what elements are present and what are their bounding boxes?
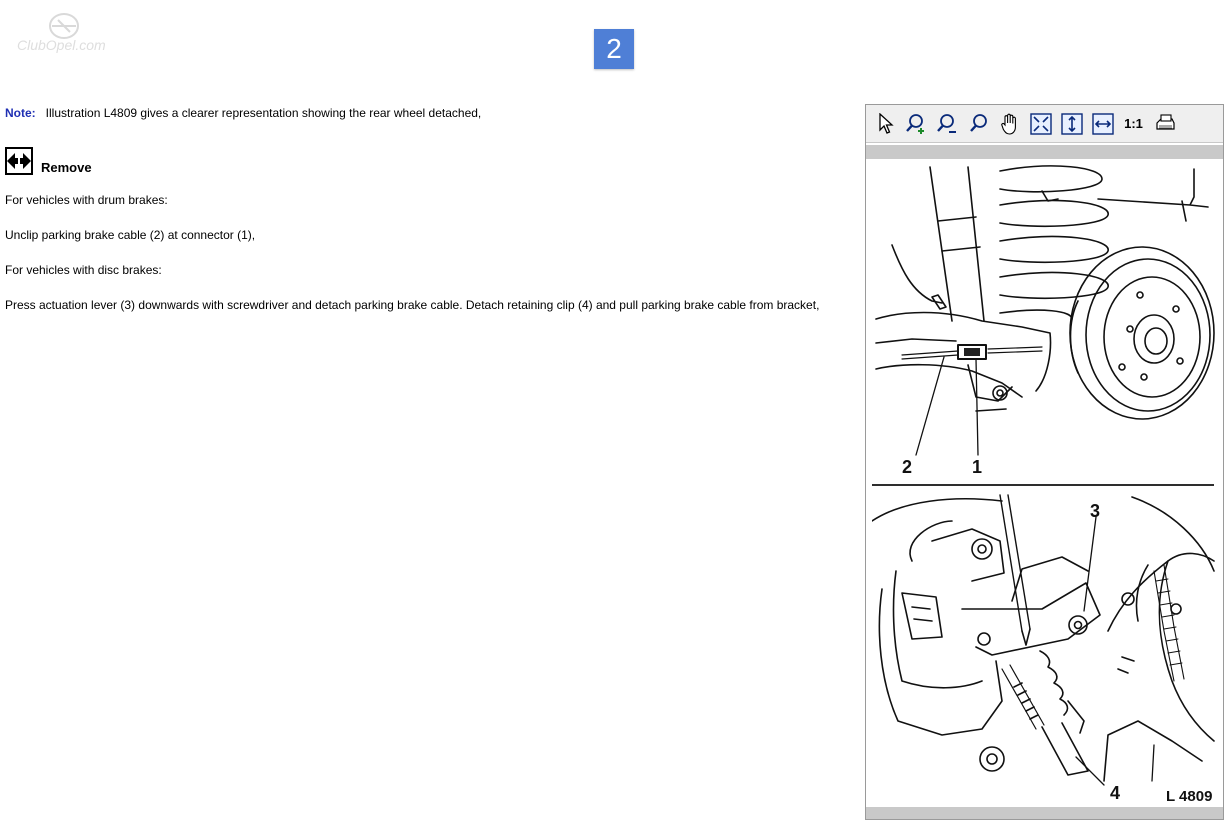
image-viewer: 1:1 2 1 3 4 L 4809 [865,104,1224,820]
zoom-out-icon[interactable] [932,110,963,138]
actual-size-button[interactable]: 1:1 [1118,110,1149,138]
note-text: Illustration L4809 gives a clearer repre… [45,106,482,120]
callout-3: 3 [1090,501,1100,521]
viewer-toolbar: 1:1 [866,105,1223,143]
zoom-icon[interactable] [963,110,994,138]
clubopel-logo: ClubOpel.com [17,13,106,53]
select-pointer-icon[interactable] [870,110,901,138]
callout-2: 2 [902,457,912,477]
paragraph-drum-heading: For vehicles with drum brakes: [5,193,168,207]
svg-text:ClubOpel.com: ClubOpel.com [17,37,106,53]
technical-illustration: 2 1 3 4 L 4809 [872,161,1219,803]
paragraph-drum-step: Unclip parking brake cable (2) at connec… [5,228,256,242]
remove-arrows-icon [5,147,33,175]
fit-page-icon[interactable] [1025,110,1056,138]
callout-4: 4 [1110,783,1120,803]
callout-1: 1 [972,457,982,477]
print-icon[interactable] [1149,110,1180,138]
paragraph-disc-heading: For vehicles with disc brakes: [5,263,162,277]
viewer-top-band [866,145,1223,159]
paragraph-disc-step: Press actuation lever (3) downwards with… [5,298,820,312]
step-number-badge: 2 [594,29,634,69]
viewer-bottom-band [866,807,1223,819]
remove-label: Remove [41,160,92,175]
note-line: Note: Illustration L4809 gives a clearer … [5,105,850,121]
remove-section-heading: Remove [5,141,92,175]
figure-id-label: L 4809 [1166,788,1212,803]
actual-size-label: 1:1 [1124,116,1143,131]
fit-height-icon[interactable] [1056,110,1087,138]
fit-width-icon[interactable] [1087,110,1118,138]
instruction-content: Note: Illustration L4809 gives a clearer … [5,105,850,312]
zoom-in-icon[interactable] [901,110,932,138]
pan-hand-icon[interactable] [994,110,1025,138]
note-label: Note: [5,106,36,120]
